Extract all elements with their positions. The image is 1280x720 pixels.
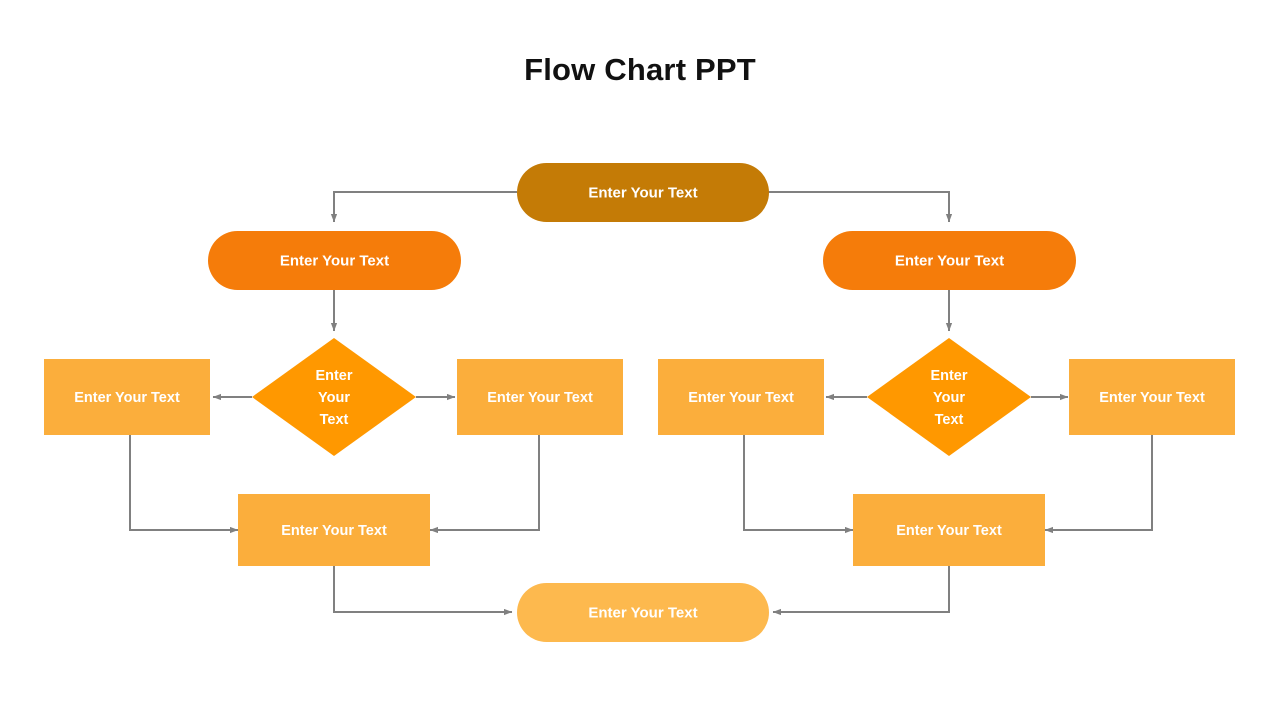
edge-start-to-branch-left bbox=[330, 191, 517, 223]
node-right-outer-left[interactable]: Enter Your Text bbox=[658, 359, 824, 435]
node-start-label: Enter Your Text bbox=[588, 184, 697, 201]
node-right-outer-left-label: Enter Your Text bbox=[688, 390, 794, 406]
node-start[interactable]: Enter Your Text bbox=[517, 163, 769, 222]
node-left-outer-left[interactable]: Enter Your Text bbox=[44, 359, 210, 435]
node-branch-left-label: Enter Your Text bbox=[280, 252, 389, 269]
node-merge-left[interactable]: Enter Your Text bbox=[238, 494, 430, 566]
node-decision-left[interactable]: Enter Your Text bbox=[252, 338, 416, 456]
node-end[interactable]: Enter Your Text bbox=[517, 583, 769, 642]
node-decision-left-label-line2: Your bbox=[318, 390, 350, 406]
edge-left-outer-right-to-merge-left bbox=[429, 435, 540, 534]
node-decision-right-label-line3: Text bbox=[935, 412, 964, 428]
flow-chart-diagram: Enter Your Text Enter Your Text Enter Yo… bbox=[44, 163, 1235, 642]
node-left-outer-right-label: Enter Your Text bbox=[487, 390, 593, 406]
node-left-outer-left-label: Enter Your Text bbox=[74, 390, 180, 406]
node-decision-left-label-line1: Enter bbox=[315, 368, 352, 384]
node-decision-right-label-line1: Enter bbox=[930, 368, 967, 384]
slide-canvas: Flow Chart PPT Enter Your Text Enter You… bbox=[0, 0, 1280, 720]
node-decision-right[interactable]: Enter Your Text bbox=[867, 338, 1031, 456]
node-decision-left-label-line3: Text bbox=[320, 412, 349, 428]
edge-merge-left-to-end bbox=[333, 566, 513, 616]
node-merge-right[interactable]: Enter Your Text bbox=[853, 494, 1045, 566]
edge-start-to-branch-right bbox=[768, 191, 953, 223]
node-left-outer-right[interactable]: Enter Your Text bbox=[457, 359, 623, 435]
node-end-label: Enter Your Text bbox=[588, 604, 697, 621]
node-merge-right-label: Enter Your Text bbox=[896, 523, 1002, 539]
node-merge-left-label: Enter Your Text bbox=[281, 523, 387, 539]
node-branch-left[interactable]: Enter Your Text bbox=[208, 231, 461, 290]
node-right-outer-right-label: Enter Your Text bbox=[1099, 390, 1205, 406]
edge-right-outer-right-to-merge-right bbox=[1044, 435, 1153, 534]
edge-right-outer-left-to-merge-right bbox=[743, 435, 854, 534]
node-branch-right-label: Enter Your Text bbox=[895, 252, 1004, 269]
edge-merge-right-to-end bbox=[772, 566, 950, 616]
node-decision-right-label-line2: Your bbox=[933, 390, 965, 406]
node-right-outer-right[interactable]: Enter Your Text bbox=[1069, 359, 1235, 435]
edge-left-outer-left-to-merge-left bbox=[129, 435, 239, 534]
node-branch-right[interactable]: Enter Your Text bbox=[823, 231, 1076, 290]
